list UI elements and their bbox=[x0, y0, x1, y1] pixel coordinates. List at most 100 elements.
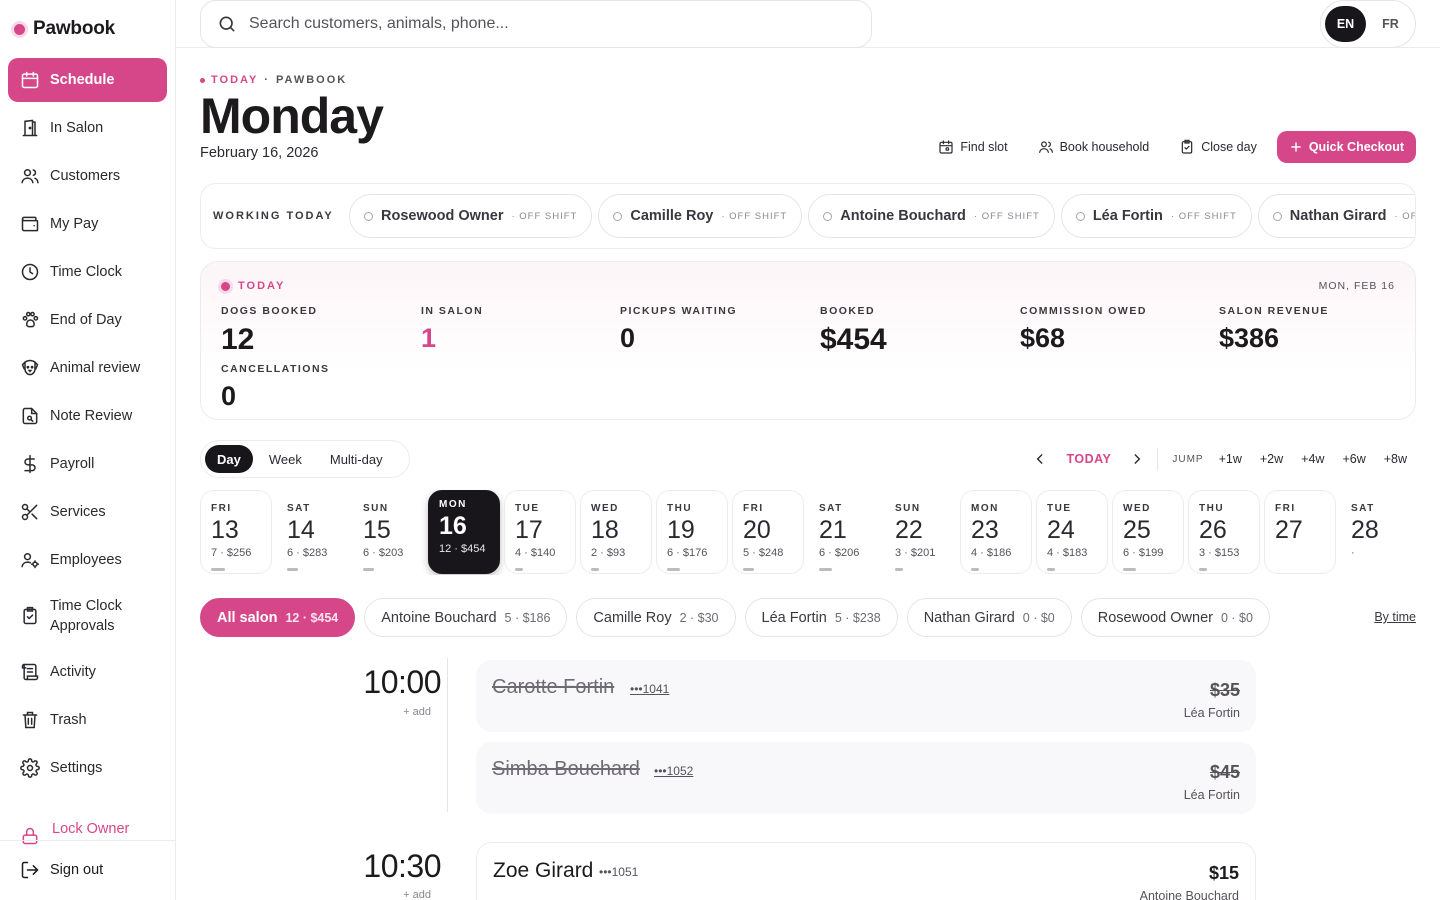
day-tile[interactable]: FRI 13 7 · $256 bbox=[200, 490, 272, 574]
appointment-groomer: Léa Fortin bbox=[1183, 706, 1240, 720]
today-dot bbox=[200, 77, 205, 83]
staff-status: · OFF SHIFT bbox=[1394, 210, 1415, 222]
filter-rosewood-owner[interactable]: Rosewood Owner 0 · $0 bbox=[1080, 598, 1270, 637]
day-weekday: SUN bbox=[895, 503, 921, 514]
slot-add-button[interactable]: + add bbox=[201, 706, 431, 718]
day-tile[interactable]: FRI 20 5 · $248 bbox=[732, 490, 804, 574]
appointment-pet-name: Zoe Girard bbox=[493, 859, 594, 882]
search-input[interactable] bbox=[249, 15, 809, 33]
staff-chip[interactable]: Antoine Bouchard · OFF SHIFT bbox=[808, 194, 1055, 238]
appointment-phone-tag[interactable]: •••1041 bbox=[630, 682, 669, 696]
lang-en-button[interactable]: EN bbox=[1325, 6, 1366, 42]
view-day-button[interactable]: Day bbox=[205, 445, 253, 473]
stats-today-label: TODAY bbox=[221, 280, 285, 292]
day-load-bar bbox=[895, 568, 903, 571]
door-icon bbox=[22, 119, 38, 137]
day-tile[interactable]: WED 18 2 · $93 bbox=[580, 490, 652, 574]
day-tile-selected[interactable]: MON 16 12 · $454 bbox=[428, 490, 500, 574]
sidebar-item-end-of-day[interactable]: End of Day bbox=[8, 298, 167, 342]
filter-antoine-bouchard[interactable]: Antoine Bouchard 5 · $186 bbox=[364, 598, 568, 637]
sidebar-item-in-salon[interactable]: In Salon bbox=[8, 106, 167, 150]
day-tile[interactable]: THU 26 3 · $153 bbox=[1188, 490, 1260, 574]
sidebar-item-my-pay[interactable]: My Pay bbox=[8, 202, 167, 246]
staff-chip[interactable]: Rosewood Owner · OFF SHIFT bbox=[349, 194, 593, 238]
appointment-phone-tag[interactable]: •••1052 bbox=[654, 764, 693, 778]
jump-4w-button[interactable]: +4w bbox=[1292, 452, 1333, 466]
prev-day-button[interactable] bbox=[1026, 446, 1054, 472]
sidebar: Pawbook Schedule In Salon Customers My P… bbox=[0, 0, 176, 900]
slot-time: 10:30 bbox=[363, 848, 441, 884]
sidebar-item-settings[interactable]: Settings bbox=[8, 746, 167, 790]
scissors-icon bbox=[21, 503, 38, 521]
sidebar-item-employees[interactable]: Employees bbox=[8, 538, 167, 582]
day-number: 18 bbox=[591, 516, 619, 544]
appointment-card[interactable]: Simba Bouchard •••1052 $45 Léa Fortin bbox=[476, 742, 1256, 814]
quick-checkout-button[interactable]: Quick Checkout bbox=[1276, 131, 1416, 163]
staff-name: Léa Fortin bbox=[1092, 208, 1163, 224]
sidebar-item-customers[interactable]: Customers bbox=[8, 154, 167, 198]
appointment-card[interactable]: Zoe Girard •••1051 $15 Antoine Bouchard bbox=[476, 842, 1256, 900]
next-day-button[interactable] bbox=[1123, 446, 1151, 472]
filter-nathan-girard[interactable]: Nathan Girard 0 · $0 bbox=[906, 598, 1072, 637]
stat-in-salon[interactable]: IN SALON 1 bbox=[421, 305, 483, 354]
appointment-phone-tag[interactable]: •••1051 bbox=[599, 865, 638, 879]
appointment-price: $35 bbox=[1209, 680, 1240, 700]
day-tile[interactable]: TUE 24 4 · $183 bbox=[1036, 490, 1108, 574]
dog-face-icon bbox=[21, 359, 39, 376]
day-tile[interactable]: SUN 15 6 · $203 bbox=[352, 490, 424, 574]
jump-1w-button[interactable]: +1w bbox=[1210, 452, 1251, 466]
view-week-button[interactable]: Week bbox=[257, 445, 314, 473]
jump-8w-button[interactable]: +8w bbox=[1375, 452, 1416, 466]
day-tile[interactable]: FRI 27 bbox=[1264, 490, 1336, 574]
sign-out-button[interactable]: Sign out bbox=[20, 860, 103, 880]
sidebar-item-label: Trash bbox=[50, 712, 87, 728]
sidebar-item-animal-review[interactable]: Animal review bbox=[8, 346, 167, 390]
day-tile[interactable]: SAT 21 6 · $206 bbox=[808, 490, 880, 574]
staff-chip[interactable]: Nathan Girard · OFF SHIFT bbox=[1257, 194, 1415, 238]
sidebar-item-label: Services bbox=[50, 504, 106, 520]
sidebar-item-label: Schedule bbox=[50, 72, 115, 88]
filter-label: Camille Roy bbox=[593, 609, 672, 626]
day-tile[interactable]: WED 25 6 · $199 bbox=[1112, 490, 1184, 574]
day-tile[interactable]: MON 23 4 · $186 bbox=[960, 490, 1032, 574]
day-tile[interactable]: TUE 17 4 · $140 bbox=[504, 490, 576, 574]
sidebar-item-activity[interactable]: Activity bbox=[8, 650, 167, 694]
staff-chip[interactable]: Camille Roy · OFF SHIFT bbox=[598, 194, 803, 238]
jump-2w-button[interactable]: +2w bbox=[1251, 452, 1292, 466]
sidebar-item-trash[interactable]: Trash bbox=[8, 698, 167, 742]
sidebar-item-time-clock[interactable]: Time Clock bbox=[8, 250, 167, 294]
day-summary: 4 · $183 bbox=[1047, 547, 1088, 559]
sidebar-item-note-review[interactable]: Note Review bbox=[8, 394, 167, 438]
sort-by-time-link[interactable]: By time bbox=[1374, 610, 1416, 624]
sidebar-item-services[interactable]: Services bbox=[8, 490, 167, 534]
lang-fr-button[interactable]: FR bbox=[1370, 6, 1411, 42]
day-summary: 2 · $93 bbox=[591, 547, 626, 559]
search-box[interactable] bbox=[200, 0, 872, 48]
appointment-card[interactable]: Carotte Fortin •••1041 $35 Léa Fortin bbox=[476, 660, 1256, 732]
filter-lea-fortin[interactable]: Léa Fortin 5 · $238 bbox=[744, 598, 898, 637]
slot-add-button[interactable]: + add bbox=[201, 889, 431, 900]
brand-logo-dot bbox=[14, 23, 25, 35]
today-button[interactable]: TODAY bbox=[1054, 452, 1123, 466]
day-load-bar bbox=[1123, 568, 1136, 571]
sidebar-item-time-clock-approvals[interactable]: Time Clock Approvals bbox=[8, 586, 167, 646]
day-tile[interactable]: SAT 14 6 · $283 bbox=[276, 490, 348, 574]
find-slot-button[interactable]: Find slot bbox=[928, 131, 1017, 163]
day-tile[interactable]: SUN 22 3 · $201 bbox=[884, 490, 956, 574]
filter-all-salon[interactable]: All salon 12 · $454 bbox=[200, 598, 356, 637]
view-multi-day-button[interactable]: Multi-day bbox=[318, 445, 395, 473]
sidebar-item-schedule[interactable]: Schedule bbox=[8, 58, 167, 102]
filter-camille-roy[interactable]: Camille Roy 2 · $30 bbox=[576, 598, 736, 637]
sidebar-item-label: Note Review bbox=[50, 408, 133, 424]
close-day-button[interactable]: Close day bbox=[1169, 131, 1267, 163]
trash-icon bbox=[22, 711, 38, 729]
stat-value: 1 bbox=[421, 323, 437, 353]
brand[interactable]: Pawbook bbox=[14, 18, 115, 40]
day-tile[interactable]: THU 19 6 · $176 bbox=[656, 490, 728, 574]
stat-cancellations: CANCELLATIONS 0 bbox=[221, 363, 330, 412]
book-household-button[interactable]: Book household bbox=[1028, 131, 1160, 163]
day-tile[interactable]: SAT 28 · bbox=[1340, 490, 1412, 574]
jump-6w-button[interactable]: +6w bbox=[1333, 452, 1374, 466]
staff-chip[interactable]: Léa Fortin · OFF SHIFT bbox=[1060, 194, 1252, 238]
sidebar-item-payroll[interactable]: Payroll bbox=[8, 442, 167, 486]
